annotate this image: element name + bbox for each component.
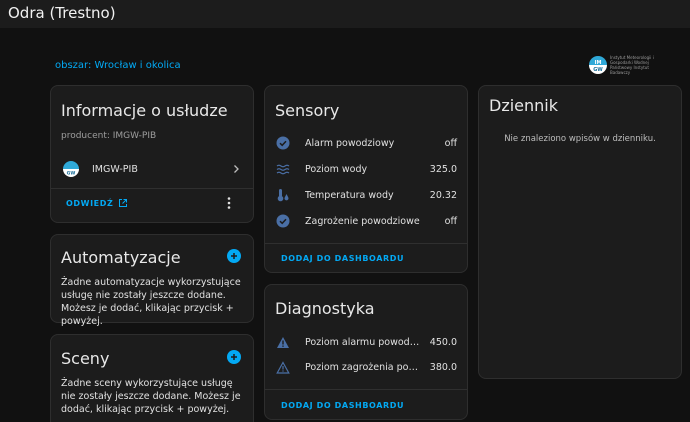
- plus-icon: [231, 354, 237, 360]
- sensor-row[interactable]: Zagrożenie powodziowe off: [275, 212, 457, 230]
- sensor-label: Poziom wody: [305, 163, 368, 175]
- integration-name: IMGW-PIB: [92, 163, 138, 175]
- sensor-row[interactable]: Temperatura wody 20.32: [275, 186, 457, 204]
- automations-card: Automatyzacje Żadne automatyzacje wykorz…: [50, 234, 254, 327]
- service-info-card: Informacje o usłudze producent: IMGW-PIB…: [50, 85, 254, 223]
- chevron-right-icon: [234, 165, 239, 173]
- diagnostics-divider: [265, 389, 467, 390]
- diagnostics-title: Diagnostyka: [275, 299, 375, 318]
- sensor-value: off: [444, 137, 457, 149]
- imgw-logo: IM GW: [589, 56, 607, 74]
- sensor-label: Temperatura wody: [305, 189, 394, 201]
- plus-icon: [231, 253, 237, 259]
- info-divider: [51, 188, 253, 189]
- check-circle-icon: [275, 135, 291, 151]
- sensor-value: off: [444, 215, 457, 227]
- integration-row[interactable]: GW IMGW-PIB: [63, 160, 241, 178]
- service-info-title: Informacje o usłudze: [61, 101, 228, 120]
- visit-label: ODWIEDŹ: [66, 198, 114, 208]
- diagnostic-row[interactable]: Poziom zagrożenia powodziowego 380.0: [275, 358, 457, 376]
- alert-outline-icon: [275, 359, 291, 375]
- area-link[interactable]: obszar: Wrocław i okolica: [55, 60, 181, 71]
- diagnostics-add-to-dashboard-button[interactable]: DODAJ DO DASHBOARDU: [281, 401, 404, 410]
- sensors-add-to-dashboard-button[interactable]: DODAJ DO DASHBOARDU: [281, 254, 404, 263]
- imgw-brand: IM GW Instytut Meteorologii i Gospodarki…: [589, 55, 670, 75]
- producer-label: producent: IMGW-PIB: [61, 131, 157, 141]
- alert-icon: [275, 334, 291, 350]
- diagnostic-value: 450.0: [429, 336, 457, 348]
- sensor-value: 20.32: [429, 189, 457, 201]
- logbook-card: Dziennik Nie znaleziono wpisów w dzienni…: [478, 85, 682, 379]
- check-circle-icon: [275, 213, 291, 229]
- sensors-divider: [265, 243, 467, 244]
- page-title: Odra (Trestno): [8, 4, 116, 22]
- logbook-title: Dziennik: [489, 96, 558, 115]
- scenes-empty-text: Żadne sceny wykorzystujące usługę nie zo…: [61, 378, 241, 415]
- imgw-integration-icon: GW: [63, 161, 79, 177]
- sensors-title: Sensory: [275, 101, 340, 120]
- sensor-label: Zagrożenie powodziowe: [305, 215, 420, 227]
- diagnostic-row[interactable]: Poziom alarmu powodziowego 450.0: [275, 333, 457, 351]
- add-scene-button[interactable]: [227, 350, 241, 364]
- sensor-row[interactable]: Alarm powodziowy off: [275, 134, 457, 152]
- top-bar: Odra (Trestno): [0, 0, 690, 28]
- logbook-empty-text: Nie znaleziono wpisów w dzienniku.: [504, 134, 656, 144]
- scenes-title: Sceny: [61, 349, 110, 368]
- sensors-card: Sensory Alarm powodziowy off Poziom wody…: [264, 85, 468, 273]
- diagnostic-label: Poziom alarmu powodziowego: [305, 336, 424, 348]
- thermometer-water-icon: [275, 187, 291, 203]
- imgw-lettering: Instytut Meteorologii i Gospodarki Wodne…: [610, 55, 654, 75]
- sensor-label: Alarm powodziowy: [305, 137, 395, 149]
- sensor-value: 325.0: [429, 163, 457, 175]
- automations-empty-text: Żadne automatyzacje wykorzystujące usług…: [61, 277, 241, 327]
- diagnostic-value: 380.0: [429, 361, 457, 373]
- add-automation-button[interactable]: [227, 249, 241, 263]
- automations-title: Automatyzacje: [61, 248, 181, 267]
- svg-text:GW: GW: [67, 171, 76, 177]
- svg-text:IM: IM: [595, 60, 602, 66]
- waves-icon: [275, 161, 291, 177]
- diagnostic-label: Poziom zagrożenia powodziowego: [305, 361, 424, 373]
- scenes-card: Sceny Żadne sceny wykorzystujące usługę …: [50, 334, 254, 422]
- svg-text:GW: GW: [593, 67, 603, 73]
- open-in-new-icon: [119, 199, 128, 207]
- visit-button[interactable]: ODWIEDŹ: [66, 196, 128, 210]
- sensor-row[interactable]: Poziom wody 325.0: [275, 160, 457, 178]
- diagnostics-card: Diagnostyka Poziom alarmu powodziowego 4…: [264, 284, 468, 420]
- more-options-icon[interactable]: [226, 196, 232, 210]
